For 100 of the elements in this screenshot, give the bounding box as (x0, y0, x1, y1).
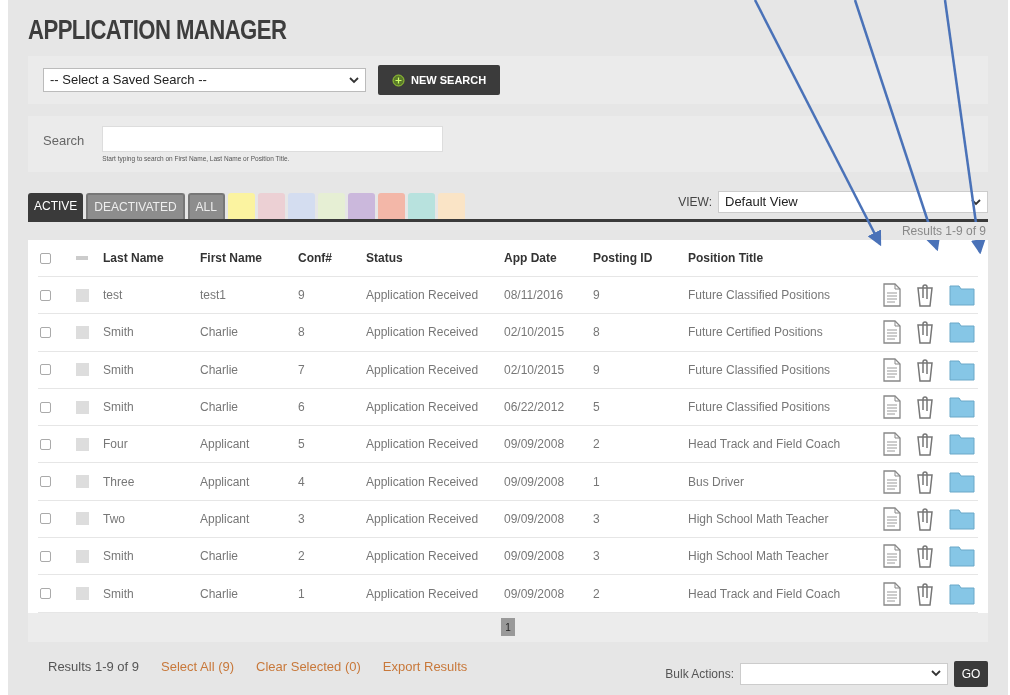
folder-icon[interactable] (949, 321, 975, 344)
document-icon[interactable] (883, 432, 901, 457)
color-tab[interactable] (347, 193, 375, 219)
new-search-button[interactable]: NEW SEARCH (378, 65, 501, 95)
table-cell-text: Application Received (366, 548, 480, 566)
document-icon[interactable] (883, 357, 901, 382)
table-cell-text: Future Classified Positions (688, 287, 832, 305)
page-title: APPLICATION MANAGER (28, 14, 288, 46)
column-header[interactable]: Position Title (688, 249, 878, 267)
paperclip-icon[interactable] (915, 506, 935, 531)
row-checkbox[interactable] (40, 289, 51, 301)
table-cell-text: 9 (593, 287, 601, 305)
table-cell-text: test (103, 287, 124, 305)
paperclip-icon[interactable] (915, 320, 935, 345)
table-cell-text: 4 (298, 473, 306, 491)
table-cell-text: 09/09/2008 (504, 436, 566, 454)
color-tab[interactable] (257, 193, 285, 219)
row-checkbox[interactable] (40, 438, 51, 450)
table-cell-text: 02/10/2015 (504, 324, 566, 342)
color-tab[interactable] (227, 193, 255, 219)
table-cell-text: Application Received (366, 324, 480, 342)
color-tab[interactable] (377, 193, 405, 219)
column-header[interactable]: Last Name (103, 249, 200, 267)
document-icon[interactable] (883, 544, 901, 569)
table-cell-text: Application Received (366, 510, 480, 528)
row-checkbox[interactable] (40, 326, 51, 338)
document-icon[interactable] (883, 320, 901, 345)
chevron-down-icon (971, 198, 981, 206)
color-tab[interactable] (317, 193, 345, 219)
paperclip-icon[interactable] (915, 395, 935, 420)
table-cell-text: Charlie (200, 361, 239, 379)
row-checkbox[interactable] (40, 364, 51, 376)
view-select[interactable]: Default View (718, 191, 988, 213)
folder-icon[interactable] (949, 358, 975, 381)
document-icon[interactable] (883, 283, 901, 308)
table-cell-text: 2 (298, 548, 306, 566)
folder-icon[interactable] (949, 433, 975, 456)
chevron-down-icon (931, 670, 941, 678)
saved-search-select[interactable]: -- Select a Saved Search -- (43, 68, 366, 92)
table-cell-text: Application Received (366, 399, 480, 417)
row-checkbox[interactable] (40, 513, 51, 525)
paperclip-icon[interactable] (915, 469, 935, 494)
color-tab[interactable] (437, 193, 465, 219)
table-cell-text: Charlie (200, 548, 239, 566)
document-icon[interactable] (883, 469, 901, 494)
table-cell-text: Application Received (366, 473, 480, 491)
table-cell-text: Future Classified Positions (688, 361, 832, 379)
folder-icon[interactable] (949, 507, 975, 530)
folder-icon[interactable] (949, 470, 975, 493)
row-checkbox[interactable] (40, 401, 51, 413)
row-checkbox[interactable] (40, 550, 51, 562)
paperclip-icon[interactable] (915, 581, 935, 606)
select-all-checkbox[interactable] (40, 252, 51, 264)
table-cell-text: 2 (593, 585, 601, 603)
column-header[interactable]: Status (366, 249, 504, 267)
document-icon[interactable] (883, 506, 901, 531)
search-field[interactable] (102, 126, 444, 152)
table-cell-text: Applicant (200, 436, 251, 454)
table-cell-text: Charlie (200, 399, 239, 417)
color-tab[interactable] (407, 193, 435, 219)
column-header[interactable]: Posting ID (593, 249, 688, 267)
table-cell-text: Smith (103, 361, 135, 379)
table-cell-text: Future Classified Positions (688, 399, 832, 417)
table-cell-text: Smith (103, 399, 135, 417)
bulk-actions-select[interactable] (740, 662, 948, 685)
column-header[interactable]: First Name (200, 249, 298, 267)
table-cell-text: Charlie (200, 585, 239, 603)
document-icon[interactable] (883, 581, 901, 606)
paperclip-icon[interactable] (915, 432, 935, 457)
bulk-actions-label: Bulk Actions: (665, 665, 734, 683)
search-label: Search (43, 132, 85, 150)
plus-circle-icon (392, 73, 405, 87)
column-header[interactable]: Conf# (298, 249, 366, 267)
table-cell-text: Future Certified Positions (688, 324, 824, 342)
table-cell-text: 9 (593, 361, 601, 379)
row-checkbox[interactable] (40, 476, 51, 488)
view-label: VIEW: (678, 194, 712, 211)
filter-tab[interactable]: ACTIVE (28, 193, 84, 219)
paperclip-icon[interactable] (915, 544, 935, 569)
folder-icon[interactable] (949, 582, 975, 605)
table-cell-text: 3 (593, 548, 601, 566)
column-header[interactable]: App Date (504, 249, 593, 267)
table-cell-text: 8 (593, 324, 601, 342)
folder-icon[interactable] (949, 284, 975, 307)
document-icon[interactable] (883, 395, 901, 420)
color-tab[interactable] (287, 193, 315, 219)
page-button[interactable]: 1 (501, 618, 515, 637)
folder-icon[interactable] (949, 396, 975, 419)
table-cell-text: test1 (200, 287, 227, 305)
row-checkbox[interactable] (40, 588, 51, 599)
folder-icon[interactable] (949, 545, 975, 568)
table-cell-text: 9 (298, 287, 306, 305)
table-cell-text: High School Math Teacher (688, 548, 830, 566)
table-cell-text: Two (103, 510, 126, 528)
results-summary: Results 1-9 of 9 (48, 657, 140, 676)
go-button[interactable]: GO (954, 660, 988, 687)
paperclip-icon[interactable] (915, 283, 935, 308)
table-cell-text: Smith (103, 548, 135, 566)
chevron-down-icon (349, 76, 359, 84)
paperclip-icon[interactable] (915, 357, 935, 382)
